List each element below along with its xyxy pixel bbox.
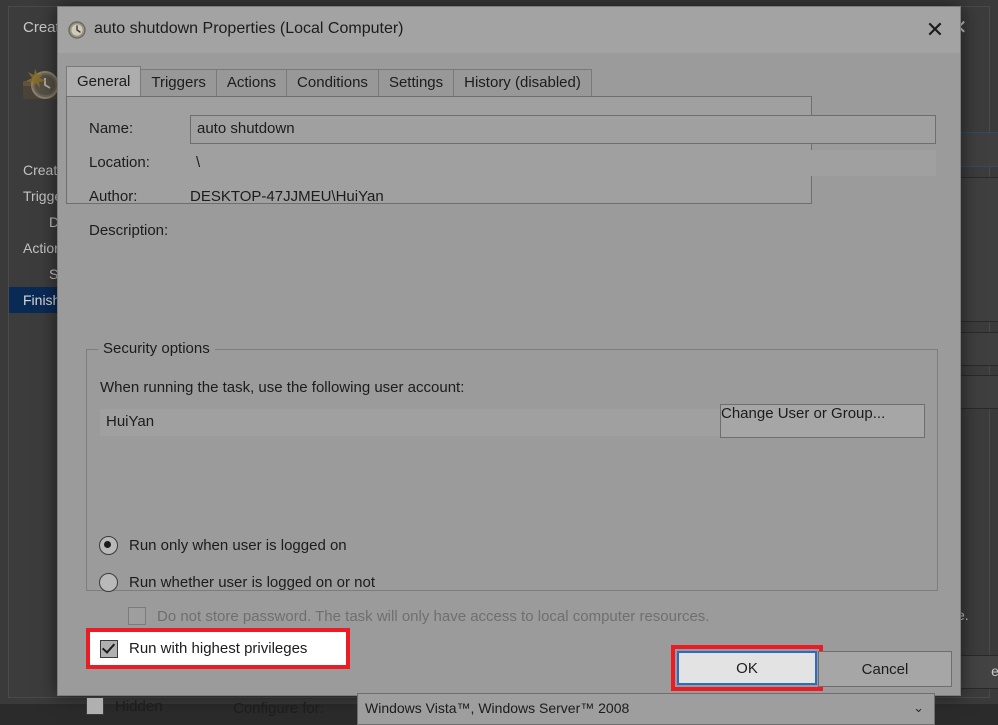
- task-properties-dialog: auto shutdown Properties (Local Computer…: [57, 6, 961, 725]
- configure-for-value: Windows Vista™, Windows Server™ 2008: [365, 700, 630, 716]
- tab-triggers[interactable]: Triggers: [140, 69, 217, 96]
- run-whether-logged-on-radio[interactable]: Run whether user is logged on or not: [99, 573, 375, 592]
- task-clock-icon: [68, 21, 86, 39]
- checkbox-indicator: [128, 607, 146, 625]
- chevron-down-icon: ⌄: [913, 700, 924, 715]
- location-value: \: [190, 150, 936, 176]
- highest-privileges-label: Run with highest privileges: [129, 640, 308, 657]
- do-not-store-password-checkbox: Do not store password. The task will onl…: [128, 607, 709, 625]
- user-account-value: HuiYan: [100, 409, 720, 436]
- run-only-logged-on-radio[interactable]: Run only when user is logged on: [99, 536, 347, 555]
- configure-for-label: Configure for:: [233, 700, 324, 717]
- radio-indicator: [99, 573, 118, 592]
- run-only-logged-on-label: Run only when user is logged on: [129, 537, 347, 554]
- location-label: Location:: [89, 154, 150, 171]
- name-input[interactable]: auto shutdown: [190, 115, 936, 144]
- do-not-store-password-label: Do not store password. The task will onl…: [157, 607, 710, 625]
- cancel-button[interactable]: Cancel: [818, 651, 952, 687]
- highlight-box-highest-privileges: Run with highest privileges: [86, 628, 350, 669]
- user-account-prompt: When running the task, use the following…: [100, 379, 465, 396]
- tab-history[interactable]: History (disabled): [453, 69, 592, 96]
- hidden-label: Hidden: [115, 697, 163, 715]
- highlight-box-ok-button: OK: [671, 645, 823, 691]
- security-options-title: Security options: [98, 340, 215, 357]
- checkbox-indicator: [100, 639, 118, 658]
- change-user-or-group-button[interactable]: Change User or Group...: [720, 404, 925, 438]
- name-label: Name:: [89, 120, 134, 137]
- tab-conditions[interactable]: Conditions: [286, 69, 379, 96]
- description-label: Description:: [89, 222, 169, 239]
- general-tab-panel: Name: auto shutdown Location: \ Author: …: [66, 96, 954, 725]
- ok-button[interactable]: OK: [677, 651, 817, 685]
- highest-privileges-checkbox[interactable]: Run with highest privileges: [90, 632, 346, 665]
- tab-general[interactable]: General: [66, 66, 142, 96]
- radio-indicator: [99, 536, 118, 555]
- tab-bar: General Triggers Actions Conditions Sett…: [66, 66, 954, 97]
- author-label: Author:: [89, 188, 138, 205]
- checkbox-indicator: [86, 697, 104, 715]
- tab-actions[interactable]: Actions: [215, 69, 288, 96]
- dialog-titlebar: auto shutdown Properties (Local Computer…: [58, 7, 960, 53]
- dialog-title: auto shutdown Properties (Local Computer…: [94, 20, 404, 37]
- configure-for-select[interactable]: Windows Vista™, Windows Server™ 2008 ⌄: [357, 693, 935, 725]
- tab-settings[interactable]: Settings: [377, 69, 455, 96]
- run-whether-logged-on-label: Run whether user is logged on or not: [129, 574, 375, 591]
- author-value: DESKTOP-47JJMEU\HuiYan: [190, 188, 384, 205]
- close-icon[interactable]: ✕: [910, 7, 960, 53]
- hidden-checkbox[interactable]: Hidden: [86, 697, 163, 715]
